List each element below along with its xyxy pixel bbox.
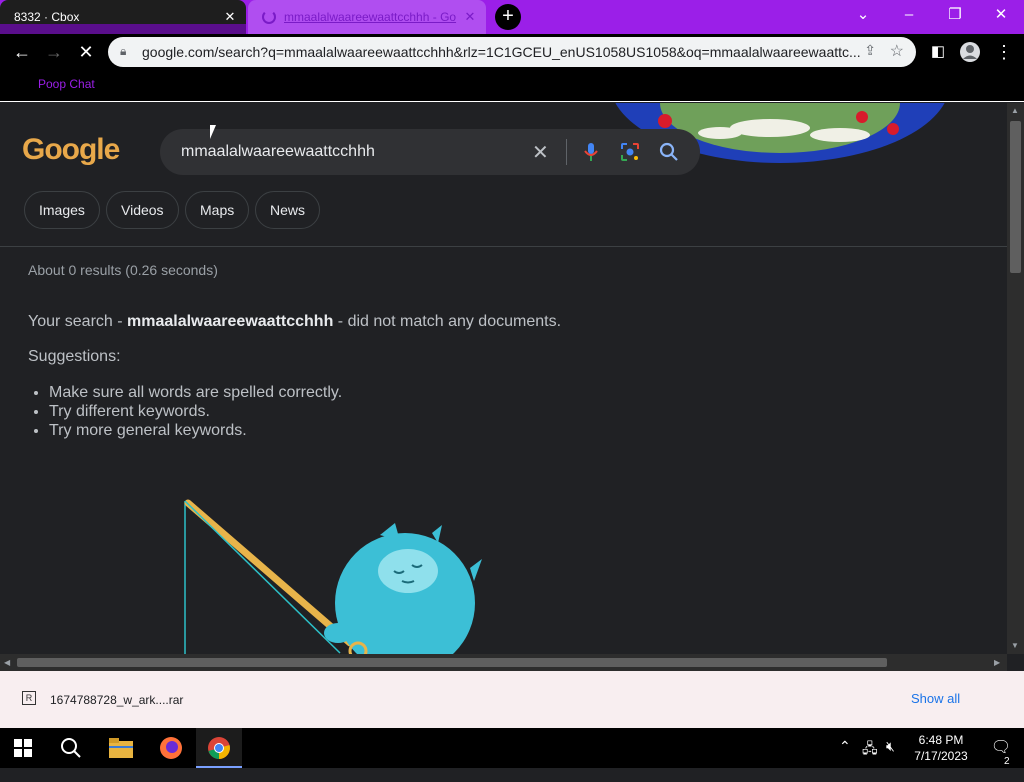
suggestions-heading: Suggestions: (28, 348, 121, 365)
start-button[interactable] (0, 728, 46, 768)
tab-news[interactable]: News (255, 191, 321, 229)
search-submit-icon[interactable] (658, 141, 680, 163)
search-taskbar-icon[interactable] (48, 728, 94, 768)
firefox-icon[interactable] (148, 728, 194, 768)
no-match-message: Your search - mmaalalwaareewaattcchhh - … (28, 313, 561, 331)
horizontal-scrollbar[interactable]: ◀ ▶ (0, 654, 1007, 671)
suggestion-item: Try more general keywords. (49, 421, 342, 440)
address-url: google.com/search?q=mmaalalwaareewaattcc… (142, 44, 861, 60)
tab-strip: 8332 · Cbox ✕ mmaalalwaareewaattcchhh - … (0, 0, 1024, 34)
scroll-left-icon[interactable]: ◀ (4, 658, 10, 667)
search-divider (566, 139, 567, 165)
system-clock[interactable]: 6:48 PM 7/17/2023 (908, 732, 974, 764)
mouse-cursor-icon (210, 125, 222, 139)
tab-title: mmaalalwaareewaattcchhh - Go (284, 10, 457, 24)
no-match-term: mmaalalwaareewaattcchhh (127, 313, 334, 330)
rar-file-icon: R (22, 691, 36, 705)
no-match-suffix: - did not match any documents. (333, 313, 562, 330)
lens-search-icon[interactable] (619, 141, 641, 163)
address-bar[interactable]: 🔒︎ google.com/search?q=mmaalalwaareewaat… (108, 37, 916, 67)
close-tab-icon[interactable]: ✕ (462, 9, 478, 25)
lock-icon[interactable]: 🔒︎ (120, 44, 126, 59)
restore-button[interactable]: ❐ (932, 0, 978, 30)
notifications-icon[interactable]: 🗨︎ 2 (978, 728, 1024, 768)
bookmark-item[interactable]: Poop Chat (38, 77, 95, 91)
results-divider (0, 246, 1007, 247)
menu-kebab-icon[interactable]: ⋮ (990, 38, 1018, 66)
horizontal-scroll-thumb[interactable] (17, 658, 887, 667)
tab-search-dropdown-icon[interactable]: ⌄ (840, 0, 886, 30)
vertical-scroll-thumb[interactable] (1010, 121, 1021, 273)
search-results-page: Google mmaalalwaareewaattcchhh ✕ Images … (0, 103, 1007, 654)
loading-spinner-icon (262, 10, 276, 24)
suggestion-item: Make sure all words are spelled correctl… (49, 383, 342, 402)
tab-cbox[interactable]: 8332 · Cbox ✕ (0, 0, 246, 34)
tab-search[interactable]: mmaalalwaareewaattcchhh - Go ✕ (248, 0, 486, 34)
download-item[interactable]: 1674788728_w_ark....rar (50, 693, 183, 707)
download-shelf: R 1674788728_w_ark....rar Show all (0, 671, 1024, 728)
stop-loading-button[interactable]: ✕ (72, 38, 100, 66)
search-box[interactable]: mmaalalwaareewaattcchhh ✕ (160, 129, 700, 175)
volume-muted-icon[interactable]: 🔇︎ (886, 738, 895, 755)
chrome-icon[interactable] (196, 728, 242, 768)
voice-search-icon[interactable] (580, 141, 602, 163)
vertical-scrollbar[interactable]: ▲ ▼ (1007, 103, 1024, 654)
scrollbar-corner (1007, 654, 1024, 671)
suggestions-list: Make sure all words are spelled correctl… (49, 383, 342, 440)
tab-title: 8332 · Cbox (14, 10, 80, 24)
scroll-right-icon[interactable]: ▶ (994, 658, 1000, 667)
tab-maps[interactable]: Maps (185, 191, 250, 229)
network-icon[interactable]: 🖧︎ (862, 738, 878, 762)
no-match-prefix: Your search - (28, 313, 128, 330)
result-stats: About 0 results (0.26 seconds) (28, 262, 218, 278)
windows-taskbar: ⌃ 🖧︎ 🔇︎ 6:48 PM 7/17/2023 🗨︎ 2 (0, 728, 1024, 768)
close-tab-icon[interactable]: ✕ (222, 9, 238, 25)
profile-avatar-icon[interactable] (956, 38, 984, 66)
suggestion-item: Try different keywords. (49, 402, 342, 421)
show-all-downloads-button[interactable]: Show all (911, 691, 960, 706)
fishing-monster-illustration (184, 499, 482, 654)
bookmark-star-icon[interactable]: ☆ (890, 41, 904, 61)
forward-button[interactable]: → (40, 38, 68, 66)
share-icon[interactable]: ⇪ (864, 42, 876, 59)
notification-count: 2 (1004, 756, 1010, 767)
tray-expand-icon[interactable]: ⌃ (839, 738, 851, 755)
search-input[interactable]: mmaalalwaareewaattcchhh (181, 143, 375, 161)
file-explorer-icon[interactable] (98, 728, 144, 768)
tab-images[interactable]: Images (24, 191, 100, 229)
bookmarks-bar: Poop Chat (0, 70, 1024, 102)
back-button[interactable]: ← (8, 38, 36, 66)
browser-toolbar: ← → ✕ 🔒︎ google.com/search?q=mmaalalwaar… (0, 34, 1024, 70)
side-panel-icon[interactable]: ◧ (924, 38, 952, 66)
tab-videos[interactable]: Videos (106, 191, 179, 229)
close-window-button[interactable]: ✕ (978, 0, 1024, 30)
new-tab-button[interactable]: + (495, 4, 521, 30)
scroll-up-icon[interactable]: ▲ (1011, 106, 1019, 115)
clock-time: 6:48 PM (918, 733, 964, 747)
clock-date: 7/17/2023 (914, 749, 968, 763)
minimize-button[interactable]: – (886, 0, 932, 30)
clear-search-icon[interactable]: ✕ (532, 140, 549, 165)
google-doodle-logo[interactable]: Google (22, 133, 120, 167)
scroll-down-icon[interactable]: ▼ (1011, 641, 1019, 650)
